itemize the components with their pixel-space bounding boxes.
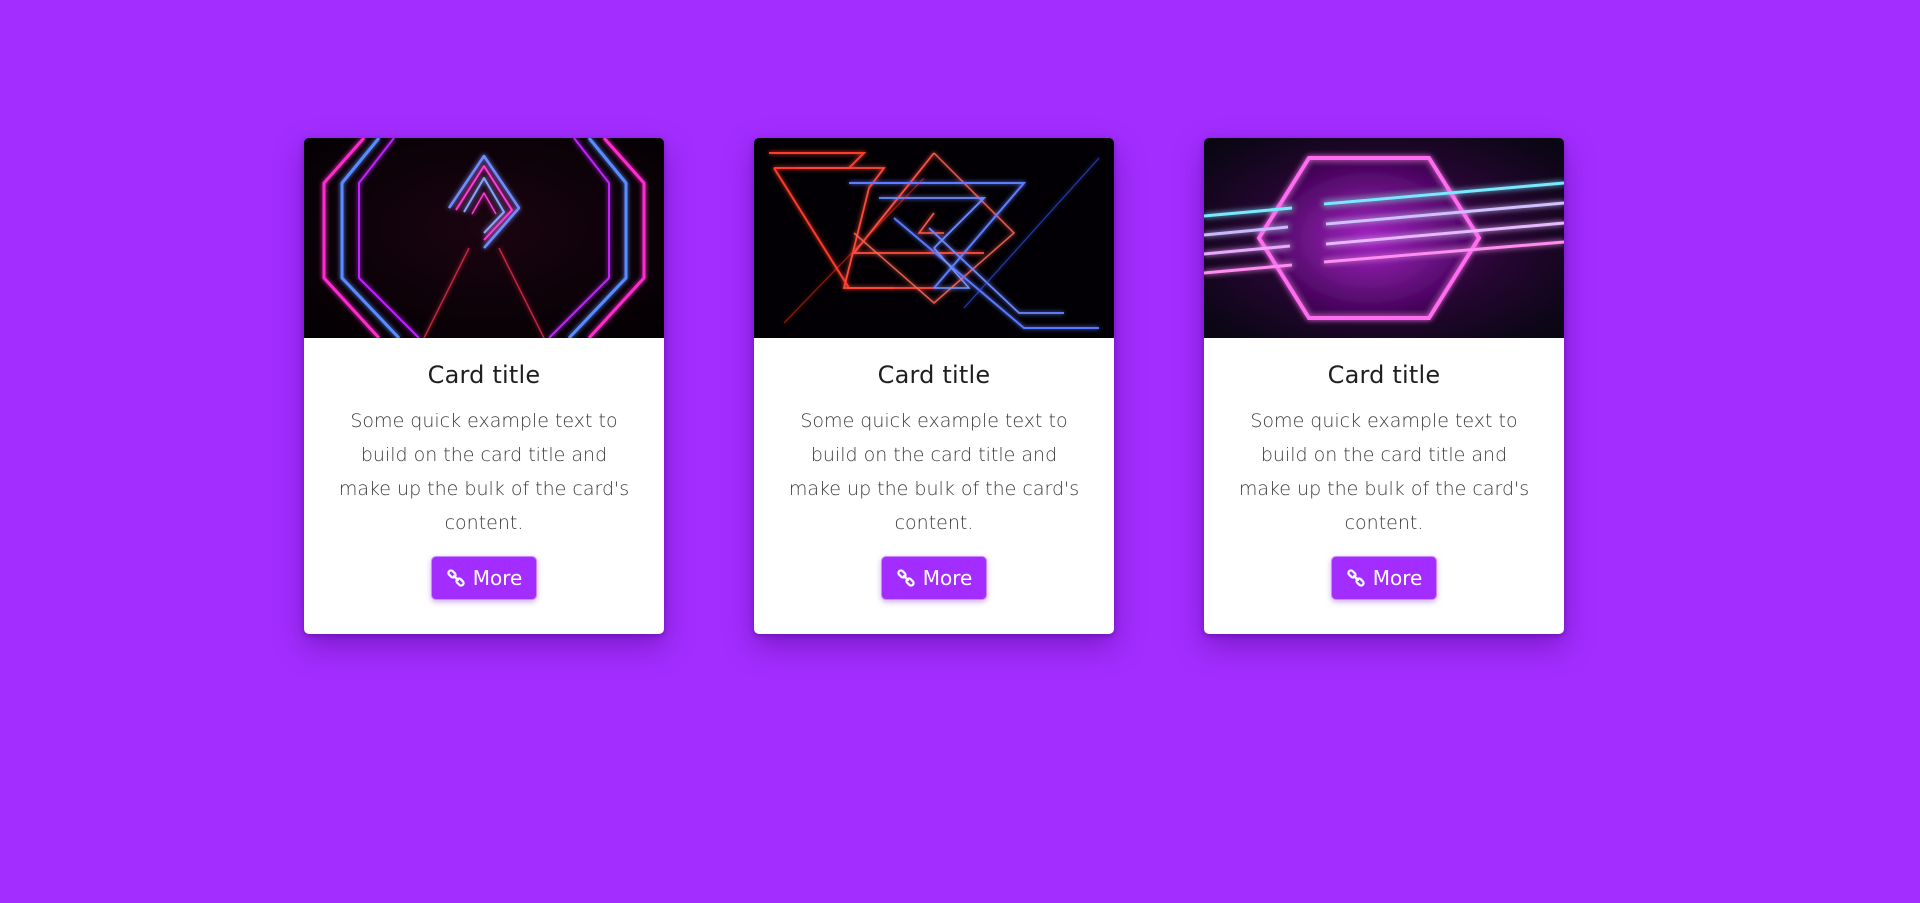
- card-text: Some quick example text to build on the …: [788, 410, 1080, 534]
- more-button-label: More: [472, 566, 523, 590]
- more-button-label: More: [1372, 566, 1423, 590]
- link-icon: [446, 568, 466, 588]
- card-title: Card title: [1327, 361, 1441, 389]
- card-title: Card title: [877, 361, 991, 389]
- neon-hexagon-image: [1204, 138, 1564, 338]
- card-body: Card title Some quick example text to bu…: [1204, 338, 1564, 634]
- link-icon: [896, 568, 916, 588]
- card-text: Some quick example text to build on the …: [1238, 410, 1530, 534]
- card-text: Some quick example text to build on the …: [338, 410, 630, 534]
- more-button[interactable]: More: [1330, 556, 1438, 600]
- card-row: Card title Some quick example text to bu…: [304, 138, 1564, 634]
- card: Card title Some quick example text to bu…: [754, 138, 1114, 634]
- card-body: Card title Some quick example text to bu…: [754, 338, 1114, 634]
- page: Card title Some quick example text to bu…: [0, 0, 1920, 903]
- card: Card title Some quick example text to bu…: [1204, 138, 1564, 634]
- card: Card title Some quick example text to bu…: [304, 138, 664, 634]
- more-button[interactable]: More: [430, 556, 538, 600]
- more-button-label: More: [922, 566, 973, 590]
- card-title: Card title: [427, 361, 541, 389]
- neon-triangles-image: [754, 138, 1114, 338]
- neon-diamond-tunnel-image: [304, 138, 664, 338]
- card-body: Card title Some quick example text to bu…: [304, 338, 664, 634]
- link-icon: [1346, 568, 1366, 588]
- more-button[interactable]: More: [880, 556, 988, 600]
